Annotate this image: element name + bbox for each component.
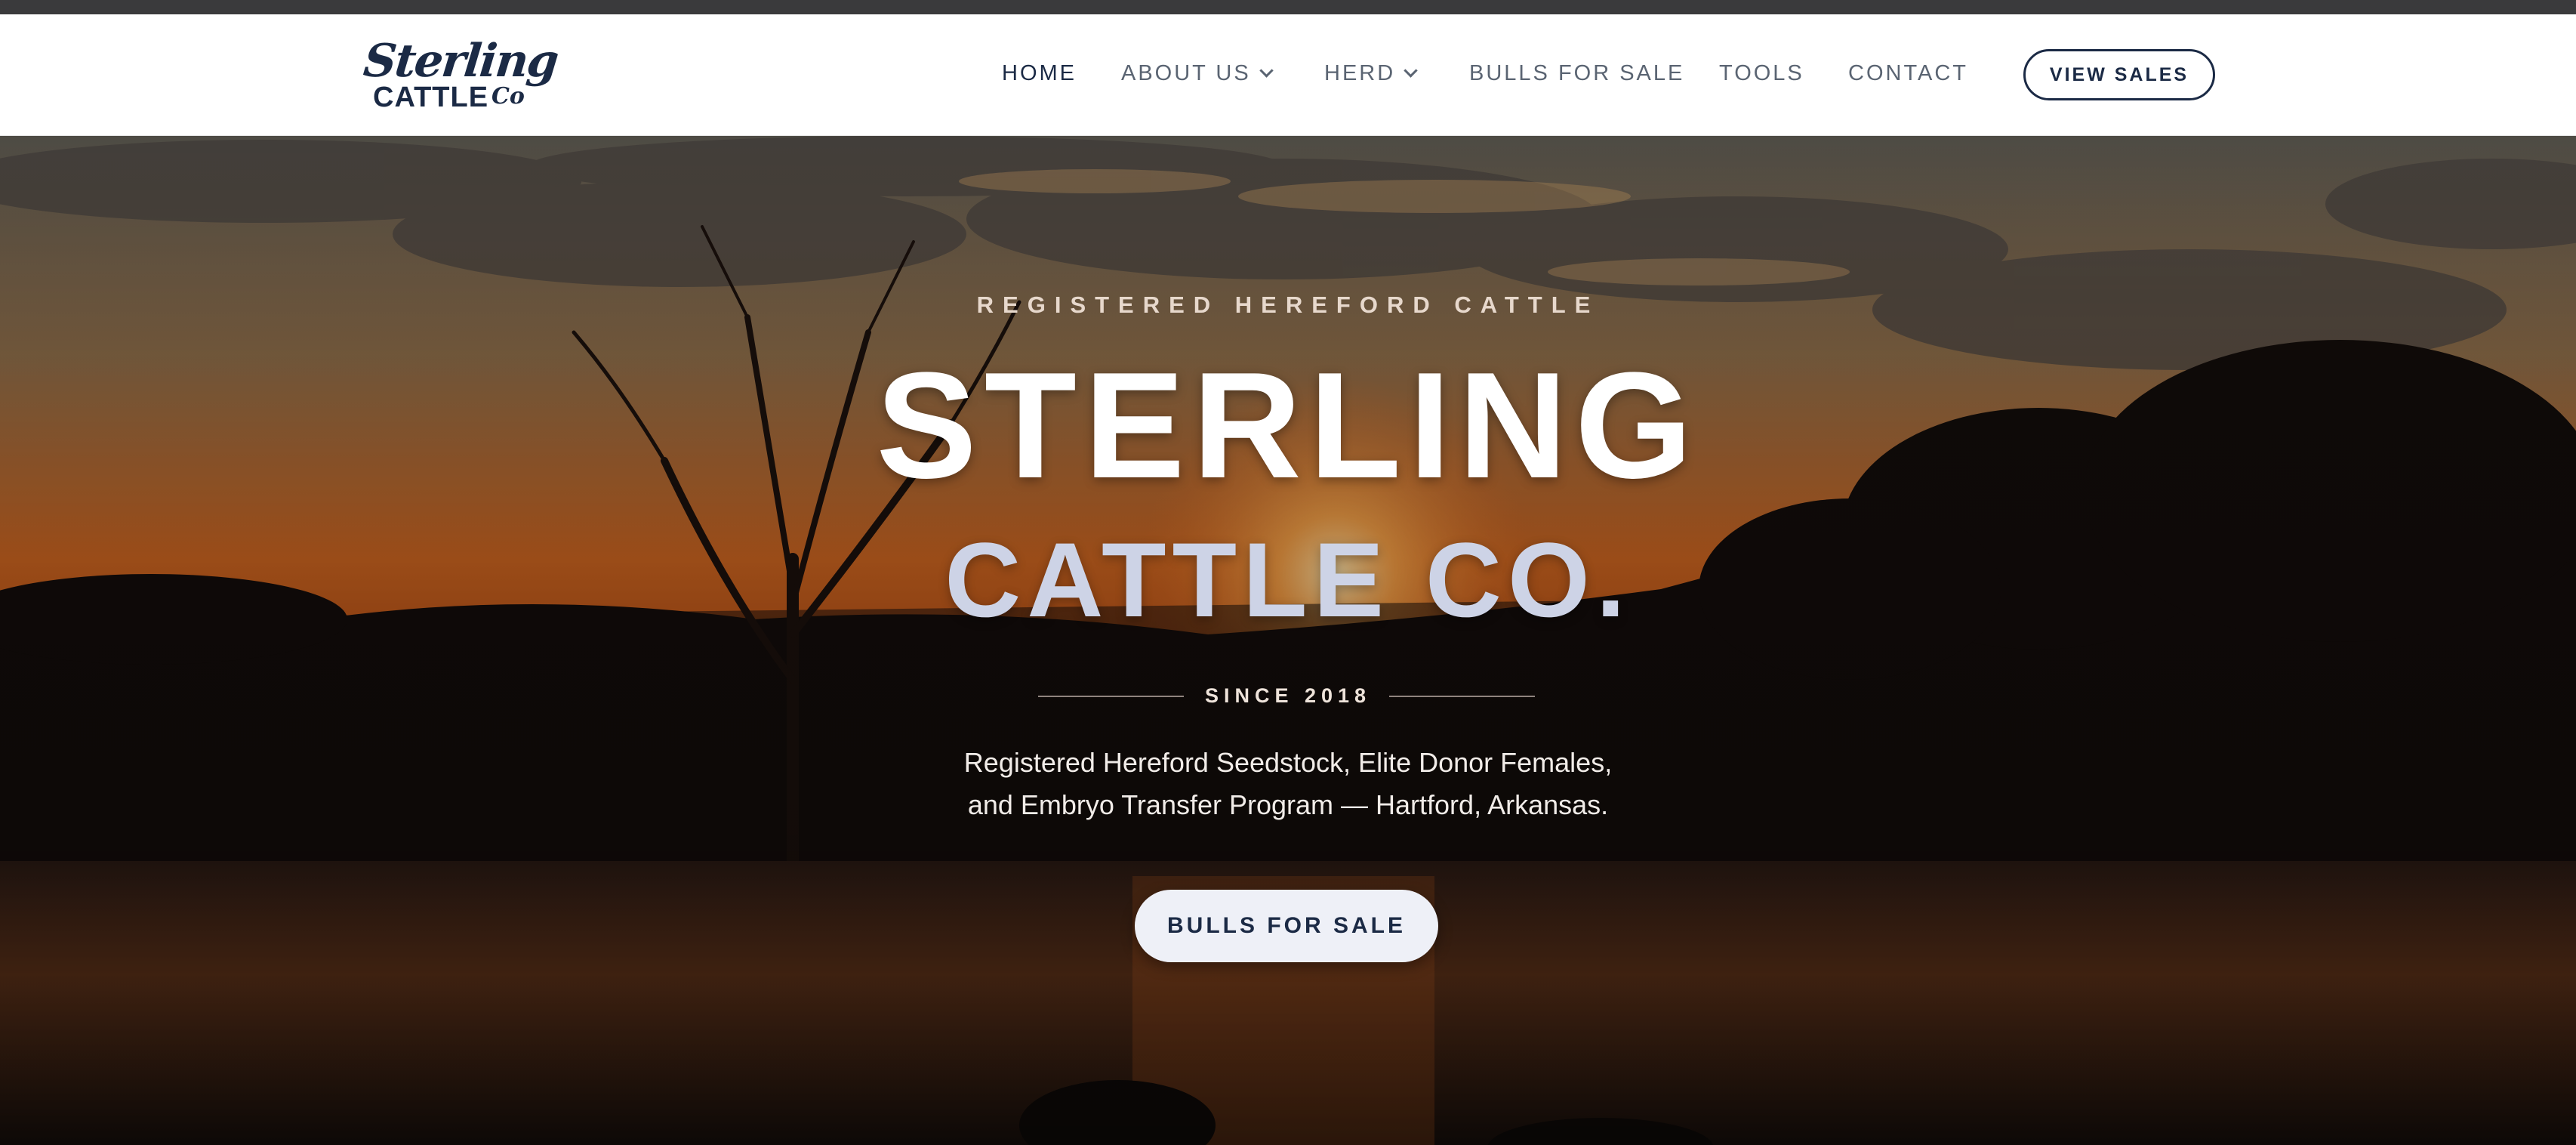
hero-subtitle: Registered Hereford Seedstock, Elite Don… — [835, 742, 1741, 826]
nav-about-us[interactable]: ABOUT US — [1121, 61, 1274, 86]
chevron-down-icon — [1259, 63, 1274, 78]
nav-bulls-for-sale[interactable]: BULLS FOR SALE — [1469, 61, 1684, 86]
hero-eyebrow: REGISTERED HEREFORD CATTLE — [976, 292, 1600, 318]
top-strip — [0, 0, 2576, 14]
nav-home-label: HOME — [1002, 61, 1077, 85]
site-logo[interactable]: Sterling CATTLE Co — [361, 35, 559, 116]
nav-contact-label: CONTACT — [1848, 61, 1969, 85]
hero-subtitle-line1: Registered Hereford Seedstock, Elite Don… — [963, 747, 1613, 778]
logo-co-text: Co — [491, 83, 525, 110]
since-label: SINCE 2018 — [1204, 684, 1372, 707]
logo-block-text: CATTLE Co — [373, 82, 525, 114]
logo-script-text: Sterling — [361, 35, 560, 88]
logo-cattle-text: CATTLE — [373, 82, 489, 113]
page: Sterling CATTLE Co HOME ABOUT US HERD BUL… — [0, 0, 2576, 1145]
nav-tools-label: TOOLS — [1719, 61, 1804, 85]
site-header: Sterling CATTLE Co HOME ABOUT US HERD BUL… — [0, 14, 2576, 136]
nav-about-us-label: ABOUT US — [1121, 61, 1251, 85]
view-sales-button[interactable]: VIEW SALES — [2023, 49, 2215, 100]
nav-contact[interactable]: CONTACT — [1848, 61, 1968, 86]
nav-home[interactable]: HOME — [1002, 61, 1077, 86]
hero-subtitle-line2: and Embryo Transfer Program — Hartford, … — [967, 789, 1609, 820]
hero-background-image — [0, 136, 2576, 1145]
nav-bulls-for-sale-label: BULLS FOR SALE — [1469, 61, 1685, 85]
hero-section: REGISTERED HEREFORD CATTLE STERLING CATT… — [0, 136, 2576, 1145]
nav-herd[interactable]: HERD — [1324, 61, 1418, 86]
divider-right — [1389, 696, 1535, 697]
hero-title-line2: CATTLE CO. — [944, 520, 1632, 639]
nav-tools[interactable]: TOOLS — [1719, 61, 1804, 86]
hero-title-line1: STERLING — [876, 341, 1700, 510]
chevron-down-icon — [1404, 63, 1418, 78]
bulls-for-sale-button[interactable]: BULLS FOR SALE — [1135, 890, 1438, 962]
nav-herd-label: HERD — [1324, 61, 1396, 85]
